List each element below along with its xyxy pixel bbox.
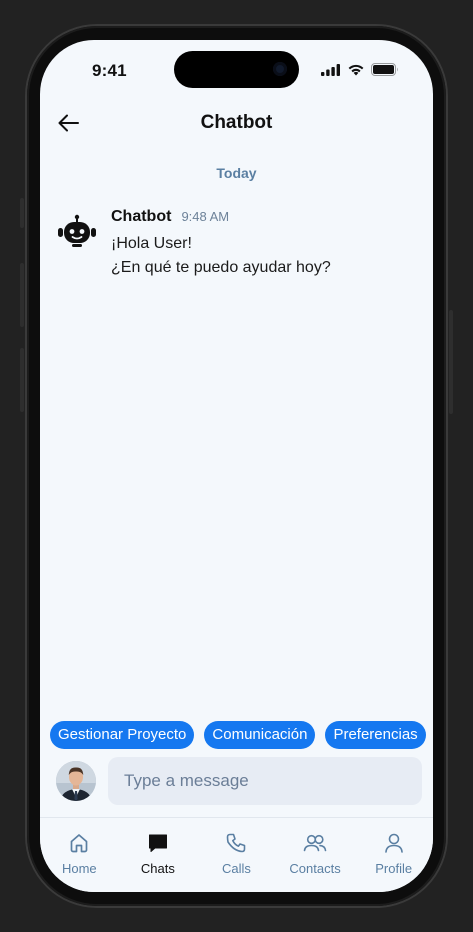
status-time: 9:41 <box>92 61 127 80</box>
phone-icon <box>224 831 248 855</box>
page-title: Chatbot <box>200 112 273 133</box>
signal-icon <box>321 63 340 76</box>
message-header: Chatbot 9:48 AM <box>111 208 229 226</box>
robot-icon <box>58 214 96 247</box>
quick-reply-preferencias[interactable]: Preferencias <box>325 721 426 749</box>
power-button <box>449 310 453 414</box>
status-bar: 9:41 <box>40 40 433 98</box>
message-text-line: ¿En qué te puedo ayudar hoy? <box>111 259 331 276</box>
message-input[interactable] <box>108 757 422 805</box>
nav-item-chats[interactable]: Chats <box>119 818 198 892</box>
date-divider: Today <box>216 165 257 181</box>
nav-item-calls[interactable]: Calls <box>197 818 276 892</box>
nav-label: Chats <box>140 861 175 876</box>
profile-icon <box>382 831 406 855</box>
camera-icon <box>273 62 287 76</box>
chat-icon <box>146 831 170 855</box>
nav-label: Profile <box>375 861 413 876</box>
dynamic-island <box>174 51 299 88</box>
user-photo <box>56 761 96 801</box>
action-button <box>20 198 24 228</box>
message-timestamp: 9:48 AM <box>181 209 230 224</box>
status-icons <box>321 63 399 76</box>
avatar[interactable] <box>56 761 96 801</box>
battery-icon <box>371 63 398 76</box>
wifi-icon <box>348 64 364 76</box>
nav-item-contacts[interactable]: Contacts <box>276 818 355 892</box>
screen: 9:41 Chatbot Today Chatbot 9:48 AM ¡Hola… <box>40 40 433 892</box>
quick-reply-comunicacion[interactable]: Comunicación <box>204 721 316 749</box>
volume-up-button <box>20 263 24 327</box>
nav-label: Home <box>61 861 97 876</box>
nav-label: Contacts <box>289 861 341 876</box>
quick-reply-gestionar-proyecto[interactable]: Gestionar Proyecto <box>50 721 195 749</box>
message-sender: Chatbot <box>111 208 172 225</box>
nav-item-home[interactable]: Home <box>40 818 119 892</box>
message-text-line: ¡Hola User! <box>111 235 192 252</box>
home-icon <box>67 831 91 855</box>
nav-label: Calls <box>222 861 251 876</box>
bottom-nav: Home Chats Calls Contacts Profile <box>40 817 433 892</box>
quick-replies: Gestionar Proyecto Comunicación Preferen… <box>50 721 426 749</box>
nav-item-profile[interactable]: Profile <box>354 818 433 892</box>
chat-header: Chatbot <box>40 102 433 146</box>
contacts-icon <box>303 831 327 855</box>
volume-down-button <box>20 348 24 412</box>
